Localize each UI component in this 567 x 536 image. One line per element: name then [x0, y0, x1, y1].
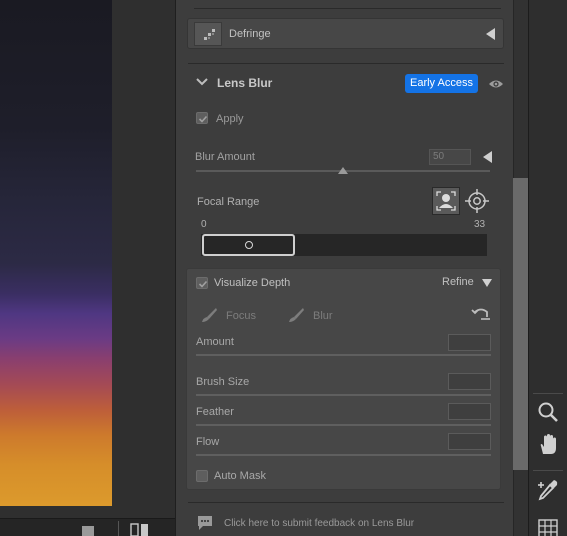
focus-brush-icon[interactable] [200, 306, 218, 324]
refine-dropdown-arrow[interactable] [482, 279, 492, 287]
defringe-section-header[interactable]: Defringe [187, 18, 504, 49]
brush-size-label: Brush Size [196, 376, 250, 388]
flow-label: Flow [196, 436, 220, 448]
blur-amount-input[interactable]: 50 [429, 149, 471, 165]
early-access-badge[interactable]: Early Access [405, 74, 478, 93]
subject-icon [436, 191, 456, 211]
feather-slider-track[interactable] [196, 424, 491, 426]
auto-mask-checkbox[interactable] [196, 470, 208, 482]
flow-input[interactable] [448, 433, 491, 450]
focal-range-max: 33 [474, 219, 486, 230]
crosshair-icon[interactable] [464, 188, 490, 214]
focal-range-center-handle[interactable] [245, 241, 253, 249]
section-divider [188, 502, 504, 503]
defringe-icon [194, 22, 222, 46]
lens-blur-title[interactable]: Lens Blur [217, 76, 272, 90]
panel-scrollbar-thumb[interactable] [513, 178, 528, 470]
amount-slider-track[interactable] [196, 354, 491, 356]
expand-arrow-icon[interactable] [486, 28, 495, 40]
zoom-icon[interactable] [535, 399, 561, 425]
view-mode-icon[interactable] [82, 526, 94, 536]
hand-icon[interactable] [535, 432, 561, 458]
brush-size-input[interactable] [448, 373, 491, 390]
before-after-icon[interactable] [130, 523, 150, 536]
apply-checkbox[interactable] [196, 112, 208, 124]
flow-slider-track[interactable] [196, 454, 491, 456]
canvas-bottom-bar [0, 518, 175, 536]
feather-input[interactable] [448, 403, 491, 420]
check-icon [198, 115, 208, 123]
brush-size-slider-track[interactable] [196, 394, 491, 396]
chat-bubble-icon[interactable] [196, 515, 214, 531]
adjustments-panel: Defringe Lens Blur Early Access Apply Bl… [175, 0, 513, 536]
chevron-down-icon[interactable] [196, 77, 208, 87]
section-divider [194, 8, 501, 9]
subject-focus-button[interactable] [432, 187, 460, 215]
defringe-label: Defringe [229, 28, 271, 40]
blur-amount-expand-arrow[interactable] [483, 151, 492, 163]
blur-amount-slider-thumb[interactable] [338, 167, 348, 174]
apply-label: Apply [216, 113, 244, 125]
focus-brush-label[interactable]: Focus [226, 310, 256, 322]
grid-icon[interactable] [535, 516, 561, 536]
section-divider [188, 63, 504, 64]
blur-brush-icon[interactable] [287, 306, 305, 324]
color-sampler-icon[interactable] [535, 477, 561, 503]
feather-label: Feather [196, 406, 234, 418]
focal-range-label: Focal Range [197, 196, 260, 208]
eye-icon[interactable] [488, 78, 504, 90]
auto-mask-label: Auto Mask [214, 470, 266, 482]
toolbar-divider [533, 470, 563, 471]
blur-amount-label: Blur Amount [195, 151, 255, 163]
reset-icon[interactable] [471, 306, 491, 322]
bottom-bar-divider [118, 521, 119, 536]
amount-input[interactable] [448, 334, 491, 351]
refine-label[interactable]: Refine [442, 276, 474, 288]
feedback-link[interactable]: Click here to submit feedback on Lens Bl… [224, 518, 414, 529]
visualize-depth-checkbox[interactable] [196, 277, 208, 289]
blur-brush-label[interactable]: Blur [313, 310, 333, 322]
toolbar-divider [533, 393, 563, 394]
check-icon [198, 280, 208, 288]
visualize-depth-label: Visualize Depth [214, 277, 291, 289]
image-canvas[interactable] [0, 0, 175, 518]
amount-label: Amount [196, 336, 234, 348]
photo-preview[interactable] [0, 0, 112, 506]
focal-range-min: 0 [201, 219, 207, 230]
